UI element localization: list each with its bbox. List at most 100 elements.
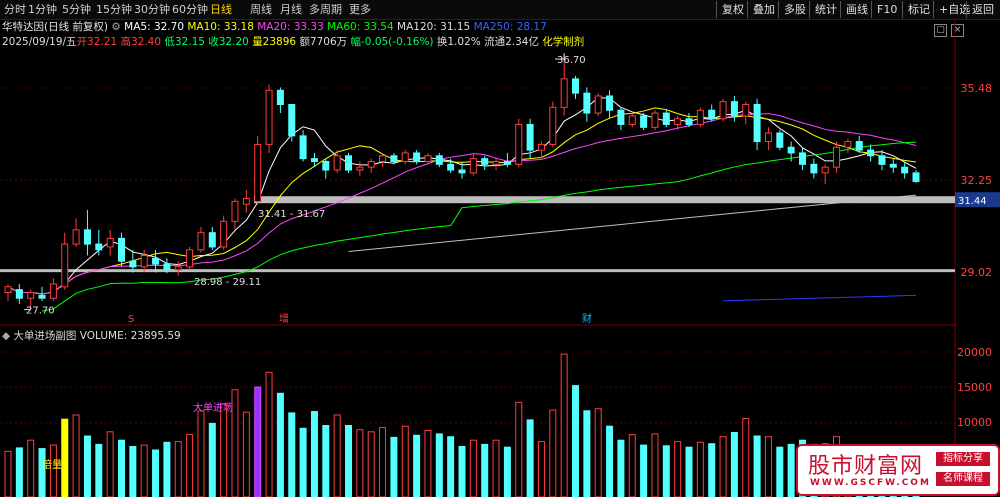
candle-body bbox=[379, 155, 387, 162]
candle-body bbox=[333, 155, 341, 171]
volume-bar bbox=[186, 434, 194, 497]
volume-axis-label: 10000 bbox=[957, 416, 992, 429]
volume-bar bbox=[220, 403, 228, 497]
low-value: 低32.15 bbox=[164, 36, 205, 48]
toolbar-button-8[interactable]: 返回 bbox=[966, 1, 999, 18]
toolbar-button-2[interactable]: 多股 bbox=[778, 1, 811, 18]
period-tab-7[interactable]: 周线 bbox=[250, 2, 272, 17]
candle-body bbox=[662, 112, 670, 125]
candle-body bbox=[833, 146, 841, 168]
volume-bar bbox=[435, 433, 443, 497]
volume-bar bbox=[390, 436, 398, 497]
volume-bar bbox=[549, 409, 557, 497]
volume-bar bbox=[15, 447, 23, 497]
candle-body bbox=[174, 266, 182, 271]
candle-body bbox=[424, 155, 432, 162]
candle-body bbox=[889, 163, 897, 168]
period-tab-6[interactable]: 日线 bbox=[210, 2, 232, 17]
close-icon[interactable]: × bbox=[951, 24, 964, 37]
toolbar-button-5[interactable]: F10 bbox=[871, 1, 902, 18]
watermark-logo: 股市财富网 WWW.GSCFW.COM 指标分享 名师课程 bbox=[796, 444, 1000, 496]
ma120-line bbox=[348, 194, 917, 253]
period-tab-9[interactable]: 多周期 bbox=[309, 2, 342, 17]
candle-body bbox=[867, 149, 875, 157]
volume-bar bbox=[413, 434, 421, 497]
volume-bar bbox=[356, 429, 364, 497]
amount-value: 额7706万 bbox=[299, 36, 348, 48]
ma5-value: MA5: 32.70 bbox=[124, 21, 184, 33]
close-value: 收32.20 bbox=[208, 36, 249, 48]
candle-body bbox=[810, 163, 818, 174]
candle-body bbox=[572, 78, 579, 94]
candle-body bbox=[95, 243, 103, 251]
period-tab-4[interactable]: 30分钟 bbox=[134, 2, 170, 17]
zoom-icon[interactable]: ▢ bbox=[934, 24, 947, 37]
support-band-1 bbox=[254, 196, 955, 204]
volume-bar bbox=[118, 439, 125, 497]
industry-value: 化学制剂 bbox=[542, 36, 585, 48]
volume-bar bbox=[651, 433, 659, 497]
volume-bar bbox=[469, 439, 477, 497]
volume-bar bbox=[583, 410, 591, 497]
volume-bar bbox=[481, 443, 489, 497]
volume-bar bbox=[49, 444, 57, 497]
candle-body bbox=[458, 169, 466, 174]
candle-body bbox=[753, 104, 761, 143]
candle-body bbox=[617, 109, 625, 125]
volume-bar bbox=[617, 439, 625, 497]
candlestick-chart[interactable]: 35.48 32.25 29.02 31.44 20000 15000 10000 36.70… bbox=[0, 0, 1000, 497]
candle-body bbox=[537, 143, 545, 151]
candle-body bbox=[515, 123, 523, 165]
candle-body bbox=[447, 163, 455, 171]
watermark-url: WWW.GSCFW.COM bbox=[810, 478, 931, 488]
toolbar-button-0[interactable]: 复权 bbox=[716, 1, 749, 18]
period-toolbar: 分时 1分钟 5分钟 15分钟 30分钟 60分钟 日线 周线 月线 多周期 更多 复权 叠加 多股 统计画… bbox=[0, 0, 1000, 20]
toolbar-button-1[interactable]: 叠加 bbox=[747, 1, 780, 18]
period-tab-10[interactable]: 更多 bbox=[349, 2, 371, 17]
candle-body bbox=[38, 294, 46, 299]
price-axis-label: 29.02 bbox=[961, 266, 993, 279]
candle-body bbox=[878, 155, 886, 165]
volume-bar bbox=[515, 401, 523, 497]
period-tab-2[interactable]: 5分钟 bbox=[62, 2, 91, 17]
marker-zeng: 增 bbox=[279, 312, 289, 325]
candle-body bbox=[208, 232, 216, 248]
candle-body bbox=[356, 166, 364, 171]
ma-info-line: 华特达因(日线 前复权) ⚙ MA5: 32.70 MA10: 33.18 MA… bbox=[2, 20, 547, 34]
current-price-tag bbox=[955, 192, 1000, 208]
volume-bar bbox=[310, 411, 318, 497]
candle-body bbox=[310, 158, 318, 162]
candle-body bbox=[345, 155, 352, 171]
toolbar-button-6[interactable]: 标记 bbox=[902, 1, 935, 18]
settings-icon[interactable]: ⚙ bbox=[111, 21, 120, 33]
candle-body bbox=[583, 92, 591, 114]
indicator-toggle-icon[interactable]: ◆ bbox=[2, 330, 10, 342]
volume-bar bbox=[322, 425, 330, 497]
volume-bar bbox=[140, 444, 148, 497]
price-axis-label: 35.48 bbox=[961, 82, 993, 95]
volume-bar bbox=[787, 443, 795, 497]
volume-axis-label: 15000 bbox=[957, 381, 992, 394]
marker-cai: 财 bbox=[582, 312, 592, 325]
candle-body bbox=[708, 109, 716, 120]
period-tab-1[interactable]: 1分钟 bbox=[28, 2, 57, 17]
volume-bar bbox=[401, 425, 409, 497]
candle-body bbox=[674, 118, 682, 125]
period-tab-3[interactable]: 15分钟 bbox=[96, 2, 132, 17]
candle-body bbox=[526, 123, 534, 151]
period-tab-5[interactable]: 60分钟 bbox=[172, 2, 208, 17]
volume-bar bbox=[83, 435, 91, 497]
ma60-line bbox=[41, 141, 917, 312]
low-label: 27.70 bbox=[26, 306, 55, 317]
period-tab-8[interactable]: 月线 bbox=[280, 2, 302, 17]
volume-bar bbox=[265, 371, 273, 497]
volume-bar bbox=[560, 353, 568, 497]
candle-body bbox=[163, 263, 171, 271]
candle-body bbox=[560, 78, 568, 108]
candle-body bbox=[742, 104, 750, 117]
volume-bar bbox=[288, 412, 296, 497]
toolbar-button-3[interactable]: 统计 bbox=[809, 1, 842, 18]
period-tab-0[interactable]: 分时 bbox=[4, 2, 26, 17]
candle-body bbox=[61, 243, 69, 288]
toolbar-button-4[interactable]: 画线 bbox=[840, 1, 873, 18]
